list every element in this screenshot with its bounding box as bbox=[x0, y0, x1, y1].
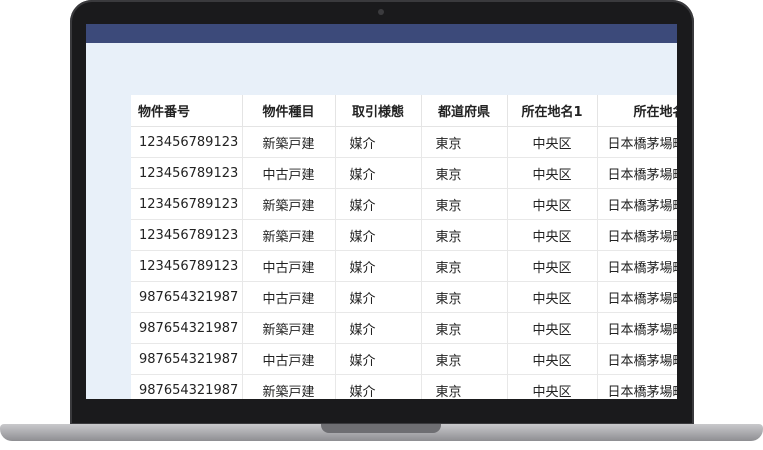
table-header-row: 物件番号 物件種目 取引様態 都道府県 所在地名1 所在地名2 bbox=[131, 95, 677, 127]
cell-prefecture: 東京 bbox=[421, 188, 508, 220]
cell-prefecture: 東京 bbox=[421, 250, 508, 282]
cell-transaction-type: 媒介 bbox=[335, 312, 422, 344]
cell-property-number: 123456789123 bbox=[131, 219, 243, 251]
cell-property-type: 中古戸建 bbox=[242, 281, 336, 313]
camera-icon bbox=[378, 9, 384, 15]
cell-address-2: 日本橋茅場町 bbox=[597, 188, 677, 220]
column-header-property-number[interactable]: 物件番号 bbox=[131, 95, 243, 127]
cell-address-1: 中央区 bbox=[507, 126, 598, 158]
column-header-property-type[interactable]: 物件種目 bbox=[242, 95, 336, 127]
cell-transaction-type: 媒介 bbox=[335, 126, 422, 158]
cell-property-number: 123456789123 bbox=[131, 126, 243, 158]
cell-property-type: 新築戸建 bbox=[242, 126, 336, 158]
cell-address-1: 中央区 bbox=[507, 219, 598, 251]
cell-address-2: 日本橋茅場町 bbox=[597, 126, 677, 158]
cell-address-1: 中央区 bbox=[507, 250, 598, 282]
table-row[interactable]: 123456789123新築戸建媒介東京中央区日本橋茅場町 bbox=[131, 188, 677, 220]
cell-address-1: 中央区 bbox=[507, 281, 598, 313]
cell-address-2: 日本橋茅場町 bbox=[597, 281, 677, 313]
cell-property-number: 123456789123 bbox=[131, 157, 243, 189]
cell-property-type: 新築戸建 bbox=[242, 312, 336, 344]
cell-address-2: 日本橋茅場町 bbox=[597, 250, 677, 282]
cell-address-2: 日本橋茅場町 bbox=[597, 312, 677, 344]
cell-prefecture: 東京 bbox=[421, 157, 508, 189]
cell-property-type: 新築戸建 bbox=[242, 219, 336, 251]
cell-transaction-type: 媒介 bbox=[335, 374, 422, 399]
table-row[interactable]: 987654321987新築戸建媒介東京中央区日本橋茅場町 bbox=[131, 312, 677, 344]
table-row[interactable]: 123456789123中古戸建媒介東京中央区日本橋茅場町 bbox=[131, 250, 677, 282]
cell-property-number: 987654321987 bbox=[131, 281, 243, 313]
cell-address-2: 日本橋茅場町 bbox=[597, 374, 677, 399]
screen: 物件番号 物件種目 取引様態 都道府県 所在地名1 所在地名2 12345678… bbox=[86, 24, 677, 399]
table-row[interactable]: 123456789123新築戸建媒介東京中央区日本橋茅場町 bbox=[131, 126, 677, 158]
cell-prefecture: 東京 bbox=[421, 126, 508, 158]
column-header-prefecture[interactable]: 都道府県 bbox=[421, 95, 508, 127]
cell-transaction-type: 媒介 bbox=[335, 157, 422, 189]
cell-property-number: 987654321987 bbox=[131, 312, 243, 344]
cell-address-1: 中央区 bbox=[507, 374, 598, 399]
cell-transaction-type: 媒介 bbox=[335, 250, 422, 282]
cell-property-type: 中古戸建 bbox=[242, 250, 336, 282]
cell-address-2: 日本橋茅場町 bbox=[597, 157, 677, 189]
column-header-transaction-type[interactable]: 取引様態 bbox=[335, 95, 422, 127]
cell-transaction-type: 媒介 bbox=[335, 219, 422, 251]
table-row[interactable]: 123456789123新築戸建媒介東京中央区日本橋茅場町 bbox=[131, 219, 677, 251]
cell-property-type: 新築戸建 bbox=[242, 188, 336, 220]
cell-prefecture: 東京 bbox=[421, 343, 508, 375]
cell-address-2: 日本橋茅場町 bbox=[597, 343, 677, 375]
laptop-notch bbox=[321, 424, 441, 433]
cell-address-1: 中央区 bbox=[507, 188, 598, 220]
column-header-address-2[interactable]: 所在地名2 bbox=[597, 95, 677, 127]
cell-property-number: 123456789123 bbox=[131, 250, 243, 282]
cell-transaction-type: 媒介 bbox=[335, 281, 422, 313]
cell-prefecture: 東京 bbox=[421, 281, 508, 313]
table-row[interactable]: 123456789123中古戸建媒介東京中央区日本橋茅場町 bbox=[131, 157, 677, 189]
cell-address-1: 中央区 bbox=[507, 157, 598, 189]
cell-property-type: 中古戸建 bbox=[242, 157, 336, 189]
property-table: 物件番号 物件種目 取引様態 都道府県 所在地名1 所在地名2 12345678… bbox=[131, 95, 677, 399]
cell-prefecture: 東京 bbox=[421, 219, 508, 251]
cell-address-2: 日本橋茅場町 bbox=[597, 219, 677, 251]
cell-property-number: 123456789123 bbox=[131, 188, 243, 220]
cell-prefecture: 東京 bbox=[421, 312, 508, 344]
cell-property-type: 新築戸建 bbox=[242, 374, 336, 399]
table-row[interactable]: 987654321987中古戸建媒介東京中央区日本橋茅場町 bbox=[131, 281, 677, 313]
cell-transaction-type: 媒介 bbox=[335, 343, 422, 375]
table-row[interactable]: 987654321987中古戸建媒介東京中央区日本橋茅場町 bbox=[131, 343, 677, 375]
cell-property-number: 987654321987 bbox=[131, 343, 243, 375]
column-header-address-1[interactable]: 所在地名1 bbox=[507, 95, 598, 127]
app-header-bar bbox=[86, 24, 677, 43]
cell-transaction-type: 媒介 bbox=[335, 188, 422, 220]
cell-address-1: 中央区 bbox=[507, 312, 598, 344]
cell-property-type: 中古戸建 bbox=[242, 343, 336, 375]
cell-property-number: 987654321987 bbox=[131, 374, 243, 399]
table-row[interactable]: 987654321987新築戸建媒介東京中央区日本橋茅場町 bbox=[131, 374, 677, 399]
cell-address-1: 中央区 bbox=[507, 343, 598, 375]
property-table-container[interactable]: 物件番号 物件種目 取引様態 都道府県 所在地名1 所在地名2 12345678… bbox=[131, 95, 677, 399]
cell-prefecture: 東京 bbox=[421, 374, 508, 399]
